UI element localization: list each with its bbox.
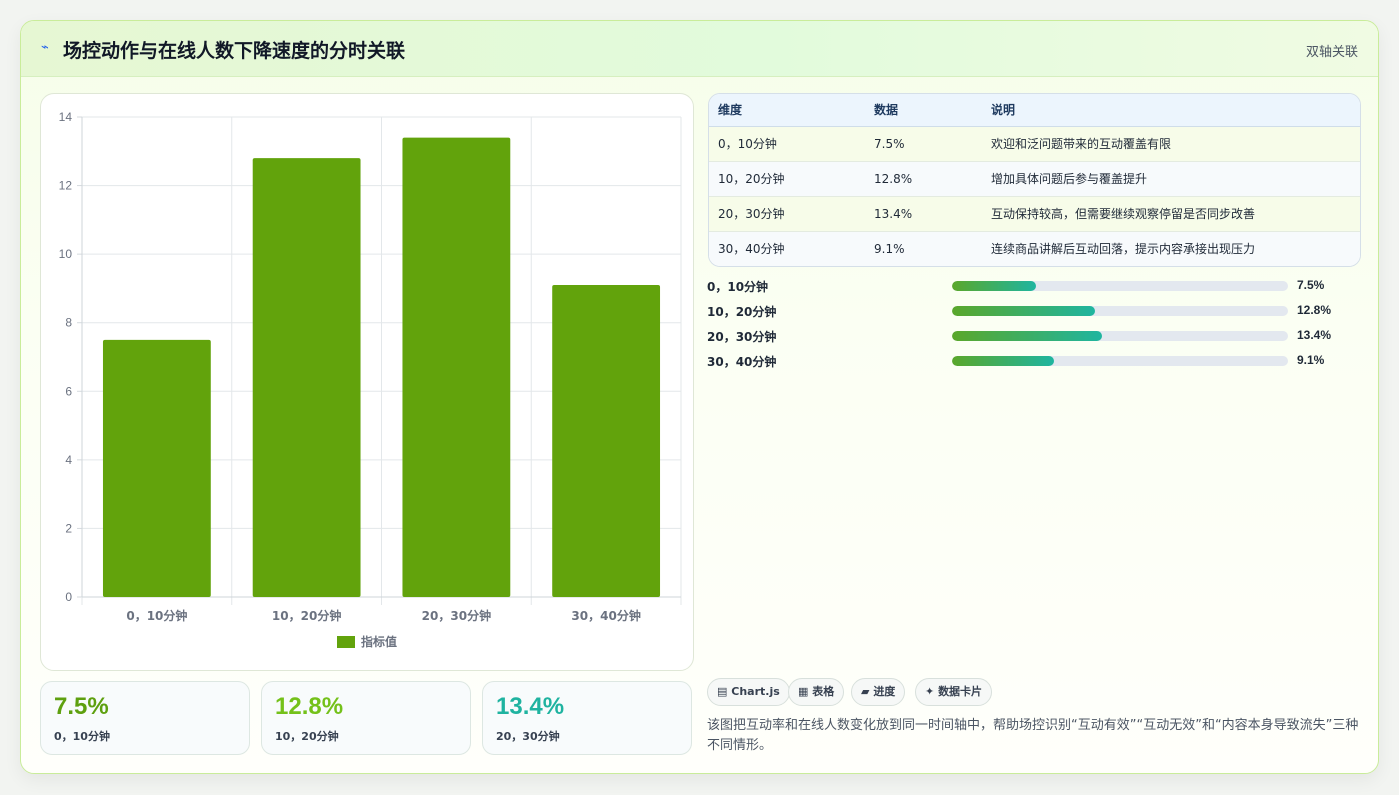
column-header-note: 说明 [991,103,1016,117]
bar-chart: 0 2 4 6 8 10 12 14 0，10分钟 10，20分钟 20，30分钟 30，40分钟指标… [59,110,682,649]
table-row: 20，30分钟 13.4% 互动保持较高，但需要继续观察停留是否同步改善 [709,197,1360,232]
y-tick-label: 4 [65,453,72,467]
progress-track [952,281,1288,291]
stat-value: 12.8% [275,693,344,720]
chip-label: 表格 [812,685,835,698]
progress-track [952,331,1288,341]
progress-label: 30，40分钟 [707,355,777,369]
bar [552,285,661,597]
chip-label: Chart.js [731,685,780,698]
card-header: ⌁ 场控动作与在线人数下降速度的分时关联 双轴关联 [21,21,1378,77]
stat-value: 7.5% [54,693,109,720]
stat-card: 7.5% 0，10分钟 [40,681,250,755]
stat-label: 20，30分钟 [496,730,560,743]
page-title: 场控动作与在线人数下降速度的分时关联 [63,40,406,62]
stat-card: 13.4% 20，30分钟 [482,681,692,755]
progress-icon: ▰ [861,685,870,698]
progress-track [952,356,1288,366]
chip-label: 进度 [873,685,896,698]
progress-row: 30，40分钟 9.1% [707,351,1361,371]
table-cell: 20，30分钟 [718,207,785,221]
data-table: 维度 数据 说明 0，10分钟 7.5% 欢迎和泛问题带来的互动覆盖有限 10，… [708,93,1361,267]
column-header-dimension: 维度 [718,103,743,117]
stat-label: 10，20分钟 [275,730,339,743]
chip-label: 数据卡片 [938,685,983,698]
table-cell: 增加具体问题后参与覆盖提升 [991,172,1148,186]
progress-row: 0，10分钟 7.5% [707,276,1361,296]
stat-card: 12.8% 10，20分钟 [261,681,471,755]
progress-fill [952,356,1054,366]
progress-row: 10，20分钟 12.8% [707,301,1361,321]
progress-value: 9.1% [1297,353,1325,367]
progress-value: 12.8% [1297,303,1332,317]
y-tick-label: 8 [65,316,72,330]
bar [402,137,511,598]
table-cell: 连续商品讲解后互动回落，提示内容承接出现压力 [991,242,1256,256]
progress-row: 20，30分钟 13.4% [707,326,1361,346]
x-tick-label: 0，10分钟 [126,608,187,623]
column-header-data: 数据 [874,103,899,117]
progress-fill [952,281,1036,291]
table-cell: 欢迎和泛问题带来的互动覆盖有限 [991,137,1172,151]
stat-value: 13.4% [496,693,565,720]
progress-label: 20，30分钟 [707,330,777,344]
table-cell: 30，40分钟 [718,242,785,256]
x-tick-label: 20，30分钟 [422,608,491,623]
chart-spark-icon: ⌁ [41,40,49,55]
table-cell: 0，10分钟 [718,137,777,151]
table-row: 10，20分钟 12.8% 增加具体问题后参与覆盖提升 [709,162,1360,197]
progress-fill [952,331,1103,341]
progress-label: 10，20分钟 [707,305,777,319]
table-row: 30，40分钟 9.1% 连续商品讲解后互动回落，提示内容承接出现压力 [709,232,1360,266]
progress-track [952,306,1288,316]
y-tick-label: 6 [65,384,72,398]
y-tick-label: 14 [59,110,73,124]
legend-label: 指标值 [361,634,397,649]
sparkle-icon: ✦ [925,685,935,698]
y-tick-label: 10 [59,247,73,261]
table-icon: ▦ [798,685,809,698]
bar [102,339,211,597]
progress-value: 7.5% [1297,278,1325,292]
table-row: 0，10分钟 7.5% 欢迎和泛问题带来的互动覆盖有限 [709,127,1360,162]
table-cell: 12.8% [874,172,913,186]
y-tick-label: 2 [65,521,72,535]
progress-value: 13.4% [1297,328,1332,342]
table-cell: 9.1% [874,242,905,256]
chip-chartjs[interactable]: ▤ Chart.js [707,678,790,706]
x-tick-label: 30，40分钟 [571,608,640,623]
dual-axis-tag[interactable]: 双轴关联 [1306,41,1358,60]
bar-chart-panel: 0 2 4 6 8 10 12 14 0，10分钟 10，20分钟 20，30分钟 30，40分钟指标… [40,93,694,671]
progress-fill [952,306,1096,316]
legend-swatch [337,636,355,648]
stat-label: 0，10分钟 [54,730,110,743]
bar [252,158,361,597]
table-cell: 7.5% [874,137,905,151]
progress-label: 0，10分钟 [707,280,769,294]
chip-table[interactable]: ▦ 表格 [788,678,845,706]
chip-data-cards[interactable]: ✦ 数据卡片 [915,678,993,706]
chip-progress[interactable]: ▰ 进度 [851,678,906,706]
table-cell: 10，20分钟 [718,172,785,186]
dashboard-card: ⌁ 场控动作与在线人数下降速度的分时关联 双轴关联 0 2 4 6 8 10 12 14 0，1… [20,20,1379,774]
y-tick-label: 12 [59,179,73,193]
chart-icon: ▤ [717,685,728,698]
table-cell: 13.4% [874,207,913,221]
y-tick-label: 0 [65,590,72,604]
table-cell: 互动保持较高，但需要继续观察停留是否同步改善 [991,207,1256,221]
table-header: 维度 数据 说明 [709,94,1360,127]
x-tick-label: 10，20分钟 [272,608,341,623]
chart-description: 该图把互动率和在线人数变化放到同一时间轴中，帮助场控识别“互动有效”“互动无效”… [707,718,1359,753]
